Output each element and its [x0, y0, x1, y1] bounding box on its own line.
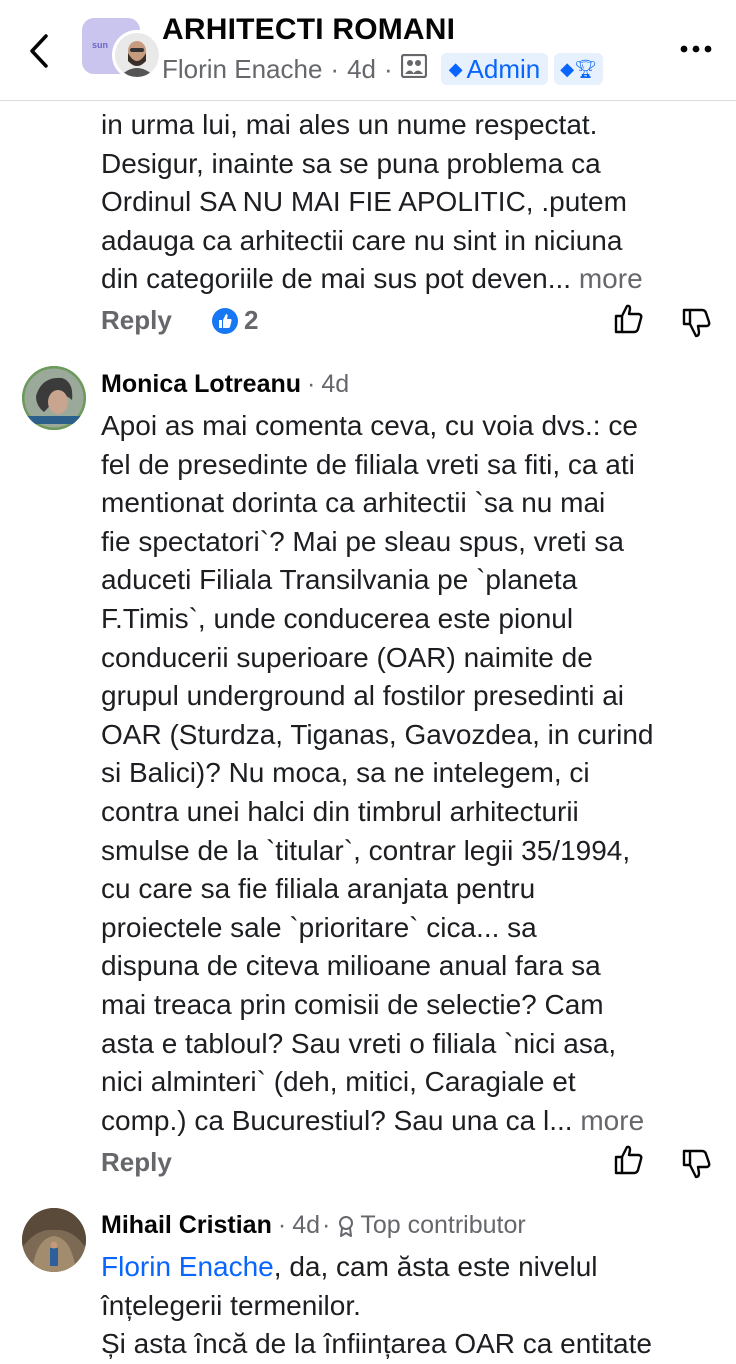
group-post-header: sun ARHITECTI ROMANI Florin Enache · 4d … — [0, 0, 736, 101]
commenter-avatar[interactable] — [22, 366, 86, 430]
comment-line: proiectele sale `prioritare` cica... sa — [101, 911, 537, 943]
comment-text: Apoi as mai comenta ceva, cu voia dvs.: … — [101, 407, 731, 1140]
comment-line: contra unei halci din timbrul arhitectur… — [101, 795, 579, 827]
diamond-icon: ◆ — [560, 58, 575, 79]
thumbs-down-icon — [682, 308, 711, 338]
more-options-button[interactable] — [676, 34, 716, 64]
meta-separator: · — [384, 53, 393, 84]
trophy-icon: 🏆︎ — [574, 58, 597, 79]
chevron-left-icon — [30, 34, 48, 68]
downvote-button[interactable] — [680, 1147, 714, 1181]
audience-icon — [400, 53, 427, 85]
comment-line-text: , da, cam ăsta este nivelul — [273, 1251, 598, 1282]
comment-text: Florin Enache, da, cam ăsta este nivelul… — [101, 1248, 731, 1364]
comment-author-row: Monica Lotreanu · 4d — [101, 370, 349, 399]
comment-line: si Balici)? Nu moca, sa ne intelegem, ci — [101, 757, 590, 789]
reply-button[interactable]: Reply — [101, 1147, 172, 1178]
post-time[interactable]: 4d — [347, 54, 376, 85]
comment-line: comp.) ca Bucurestiul? Sau una ca l... m… — [101, 1102, 731, 1141]
meta-separator: · — [330, 53, 340, 84]
commenter-avatar[interactable] — [22, 1208, 86, 1272]
like-reaction-icon — [212, 307, 238, 334]
comment-line: fel de presedinte de filiala vreti sa fi… — [101, 448, 635, 480]
comment-author[interactable]: Monica Lotreanu — [101, 370, 301, 399]
comment-line: OAR (Sturdza, Tiganas, Gavozdea, in curi… — [101, 718, 654, 750]
thumbs-up-icon — [614, 304, 643, 334]
comment-line: adauga ca arhitectii care nu sint in nic… — [101, 224, 623, 256]
comment-line: mai treaca prin comisii de selectie? Cam — [101, 988, 604, 1020]
badges-button[interactable]: ◆ 🏆︎ — [554, 53, 603, 85]
reaction-summary[interactable]: 2 — [212, 305, 258, 336]
upvote-button[interactable] — [612, 1143, 646, 1177]
comment-line: grupul underground al fostilor presedint… — [101, 680, 624, 712]
thumbs-down-icon — [682, 1149, 711, 1179]
author-avatar[interactable] — [112, 30, 162, 80]
diamond-icon: ◆ — [448, 58, 463, 79]
comment-line-text: din categoriile de mai sus pot deven... — [101, 263, 572, 295]
comment-author[interactable]: Mihail Cristian — [101, 1211, 272, 1240]
comment-author-row: Mihail Cristian · 4d · Top contributor — [101, 1211, 526, 1240]
group-title[interactable]: ARHITECTI ROMANI — [162, 13, 455, 47]
mention-link[interactable]: Florin Enache — [101, 1251, 274, 1282]
comment-line: Desigur, inainte sa se puna problema ca — [101, 147, 601, 179]
top-contributor-label: Top contributor — [360, 1211, 526, 1239]
comment-line: conducerii superioare (OAR) naimite de — [101, 641, 593, 673]
post-meta: Florin Enache · 4d · ◆ Admin ◆ 🏆︎ — [162, 52, 603, 86]
thumbs-up-icon — [614, 1145, 643, 1175]
comment-line: înțelegerii termenilor. — [101, 1289, 361, 1321]
meta-separator: · — [307, 370, 316, 398]
top-contributor-icon — [339, 1215, 354, 1237]
comment-line: dispuna de citeva milioane anual fara sa — [101, 950, 601, 982]
see-more-link[interactable]: more — [579, 263, 643, 294]
comment-line: Ordinul SA NU MAI FIE APOLITIC, .putem — [101, 186, 627, 218]
comment-line: cu care sa fie filiala aranjata pentru — [101, 873, 536, 905]
more-icon — [680, 45, 712, 53]
admin-badge[interactable]: ◆ Admin — [440, 53, 549, 85]
comment-line: Apoi as mai comenta ceva, cu voia dvs.: … — [101, 410, 638, 441]
comment-line: mentionat dorinta ca arhitectii `sa nu m… — [101, 487, 606, 519]
comment-line-text: comp.) ca Bucurestiul? Sau una ca l... — [101, 1104, 573, 1136]
admin-badge-label: Admin — [466, 53, 541, 84]
comment-time[interactable]: 4d — [321, 370, 349, 399]
comment-text: in urma lui, mai ales un nume respectat.… — [101, 106, 731, 299]
upvote-button[interactable] — [612, 302, 646, 336]
comment-line: fie spectatori`? Mai pe sleau spus, vret… — [101, 525, 624, 557]
post-author[interactable]: Florin Enache — [162, 54, 322, 85]
reply-button[interactable]: Reply — [101, 305, 172, 336]
group-tile-text: sun — [92, 40, 109, 50]
meta-separator: · — [277, 1211, 287, 1239]
comment-line: F.Timis`, unde conducerea este pionul — [101, 602, 574, 634]
comment-line: din categoriile de mai sus pot deven... … — [101, 260, 731, 299]
comment-line: Florin Enache, da, cam ăsta este nivelul — [101, 1248, 731, 1287]
comment-line: in urma lui, mai ales un nume respectat. — [101, 109, 598, 140]
comment-line: asta e tabloul? Sau vreti o filiala `nic… — [101, 1027, 617, 1059]
comment-line: nici alminteri` (deh, mitici, Caragiale … — [101, 1066, 576, 1098]
meta-separator: · — [322, 1211, 331, 1239]
top-contributor-badge[interactable]: Top contributor — [336, 1211, 526, 1240]
see-more-link[interactable]: more — [580, 1105, 644, 1136]
back-button[interactable] — [24, 28, 60, 74]
comment-line: smulse de la `titular`, contrar legii 35… — [101, 834, 631, 866]
downvote-button[interactable] — [680, 306, 714, 340]
comment-time[interactable]: 4d — [292, 1211, 320, 1240]
like-count: 2 — [244, 305, 259, 335]
comment-line: aduceti Filiala Transilvania pe `planeta — [101, 564, 578, 596]
